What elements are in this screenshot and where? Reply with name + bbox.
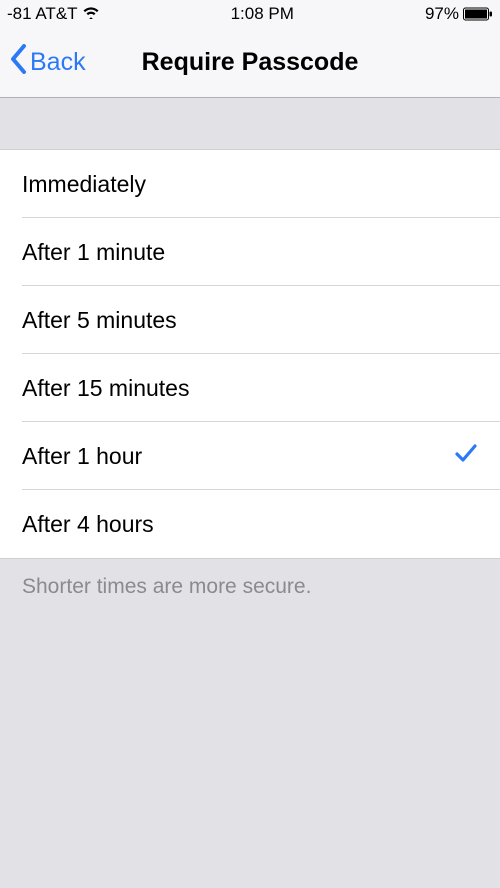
options-list: Immediately After 1 minute After 5 minutes…	[0, 150, 500, 558]
status-bar: -81 AT&T 1:08 PM 97%	[0, 0, 500, 28]
option-item[interactable]: After 15 minutes	[0, 354, 500, 422]
option-label: After 5 minutes	[22, 307, 177, 334]
option-label: Immediately	[22, 171, 146, 198]
option-item[interactable]: After 5 minutes	[0, 286, 500, 354]
page-title: Require Passcode	[142, 48, 359, 77]
option-item[interactable]: After 1 minute	[0, 218, 500, 286]
checkmark-icon	[454, 441, 478, 471]
section-spacer	[0, 98, 500, 150]
option-item[interactable]: After 4 hours	[0, 490, 500, 558]
chevron-left-icon	[10, 44, 28, 81]
status-right: 97%	[425, 4, 493, 24]
back-label: Back	[30, 48, 86, 77]
battery-icon	[463, 7, 493, 21]
carrier-signal: -81 AT&T	[7, 4, 78, 24]
footer-note: Shorter times are more secure.	[0, 559, 500, 615]
option-item[interactable]: Immediately	[0, 150, 500, 218]
option-item[interactable]: After 1 hour	[0, 422, 500, 490]
battery-percent: 97%	[425, 4, 459, 24]
back-button[interactable]: Back	[10, 44, 86, 81]
option-label: After 1 hour	[22, 443, 142, 470]
option-label: After 15 minutes	[22, 375, 189, 402]
wifi-icon	[82, 4, 100, 24]
nav-bar: Back Require Passcode	[0, 28, 500, 98]
option-label: After 1 minute	[22, 239, 165, 266]
option-label: After 4 hours	[22, 511, 154, 538]
status-time: 1:08 PM	[231, 4, 294, 24]
status-left: -81 AT&T	[7, 4, 100, 24]
